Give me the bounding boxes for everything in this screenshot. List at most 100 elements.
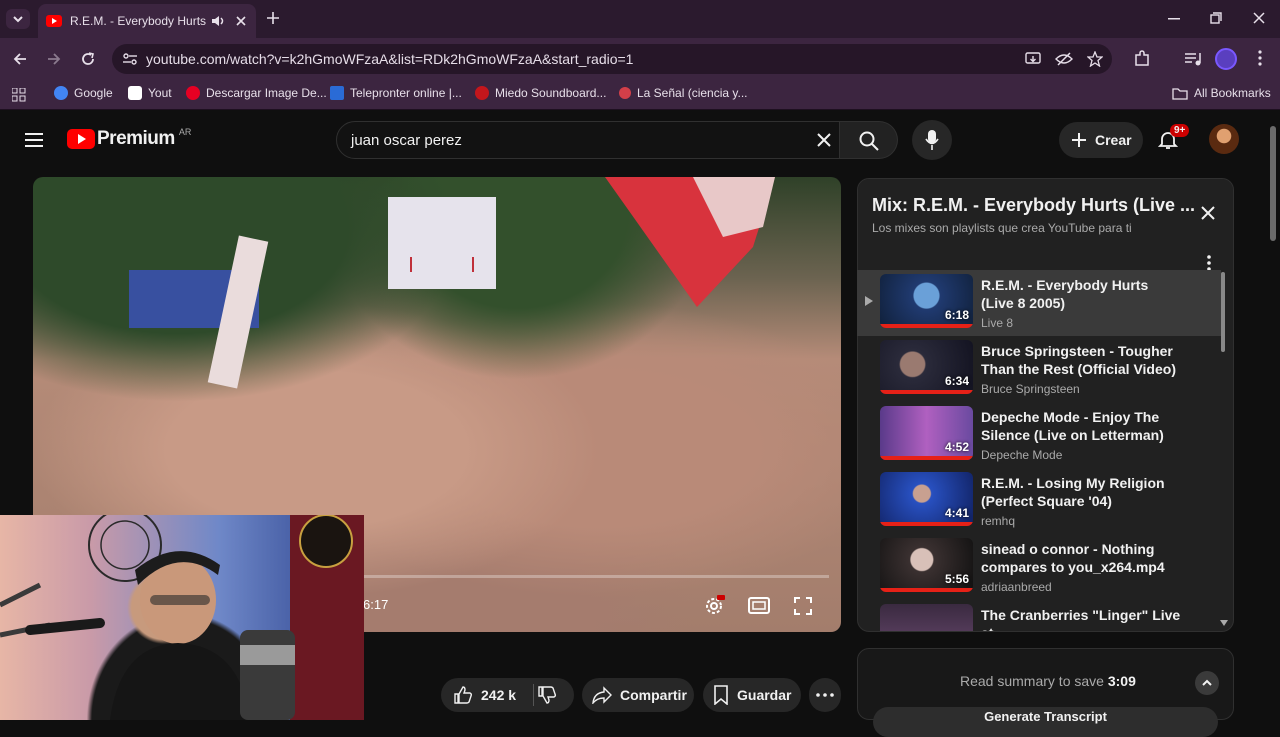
bookmark-icon — [714, 685, 728, 705]
watched-bar — [880, 324, 973, 328]
close-window-icon[interactable] — [1253, 12, 1265, 24]
channel-name: remhq — [981, 514, 1016, 528]
channel-name: adriaanbreed — [981, 580, 1052, 594]
video-title: The Cranberries "Linger" Live at — [981, 607, 1181, 631]
minimize-icon[interactable] — [1168, 18, 1180, 20]
apps-grid-icon[interactable] — [12, 88, 26, 102]
chrome-menu-icon[interactable] — [1258, 50, 1262, 66]
create-button[interactable]: Crear — [1059, 122, 1143, 158]
watched-bar — [880, 390, 973, 394]
bookmark-la-senal[interactable]: La Señal (ciencia y... — [619, 86, 748, 100]
playlist-item[interactable]: The Cranberries "Linger" Live at — [857, 600, 1221, 631]
profile-avatar[interactable] — [1215, 48, 1237, 70]
save-button[interactable]: Guardar — [703, 678, 801, 712]
maximize-icon[interactable] — [1210, 12, 1222, 24]
playlist-item[interactable]: 4:41 R.E.M. - Losing My Religion (Perfec… — [857, 468, 1221, 532]
like-button[interactable]: 242 k — [441, 678, 574, 712]
duration: 5:56 — [944, 572, 969, 586]
new-tab-icon[interactable] — [266, 11, 280, 25]
video-thumbnail — [880, 604, 973, 631]
progress-bar[interactable] — [363, 575, 829, 578]
youtube-logo[interactable]: Premium AR — [67, 127, 192, 150]
install-app-icon[interactable] — [1025, 51, 1041, 67]
page-scrollbar[interactable] — [1270, 126, 1276, 241]
back-icon[interactable] — [12, 51, 28, 67]
bookmarks-bar: Google Yout Descargar Image De... Telepr… — [0, 80, 1280, 110]
more-actions-button[interactable] — [809, 678, 841, 712]
scroll-down-arrow-icon[interactable] — [1220, 620, 1228, 626]
bookmark-telepronter[interactable]: Telepronter online |... — [330, 86, 462, 100]
bookmark-miedo[interactable]: Miedo Soundboard... — [475, 86, 606, 100]
summary-time: 3:09 — [1107, 673, 1136, 689]
region-code: AR — [178, 127, 192, 137]
browser-tab[interactable]: R.E.M. - Everybody Hurts (Live 8 2005) — [38, 4, 256, 38]
theater-mode-icon[interactable] — [748, 597, 770, 615]
playlist-item[interactable]: 4:52 Depeche Mode - Enjoy The Silence (L… — [857, 402, 1221, 466]
video-title: R.E.M. - Everybody Hurts (Live 8 2005) — [981, 277, 1149, 311]
watched-bar — [880, 456, 973, 460]
bookmark-favicon-icon — [330, 86, 344, 100]
playlist-item[interactable]: 6:34 Bruce Springsteen - Tougher Than th… — [857, 336, 1221, 400]
extensions-icon[interactable] — [1133, 50, 1151, 68]
ai-summary-box: Read summary to save 3:09 Generate Trans… — [857, 648, 1234, 737]
bookmark-favicon-icon — [475, 86, 489, 100]
bookmark-descargar[interactable]: Descargar Image De... — [186, 86, 327, 100]
site-settings-icon[interactable] — [122, 52, 138, 66]
search-query: juan oscar perez — [351, 131, 462, 149]
hamburger-menu-icon[interactable] — [24, 132, 44, 148]
pill-divider — [533, 684, 534, 706]
forward-icon[interactable] — [46, 51, 62, 67]
read-summary-text[interactable]: Read summary to save 3:09 — [960, 673, 1136, 689]
close-tab-icon[interactable] — [236, 16, 246, 26]
share-icon — [592, 686, 612, 704]
video-title: Depeche Mode - Enjoy The Silence (Live o… — [981, 409, 1164, 443]
thumbs-down-icon[interactable] — [537, 685, 557, 705]
like-count: 242 k — [481, 687, 517, 703]
premium-logo-text: Premium — [97, 128, 175, 149]
playlist-header: Mix: R.E.M. - Everybody Hurts (Live ... … — [858, 179, 1233, 271]
playlist-item-playing[interactable]: 6:18 R.E.M. - Everybody Hurts (Live 8 20… — [857, 270, 1221, 336]
notifications-button[interactable]: 9+ — [1158, 124, 1190, 150]
google-icon — [54, 86, 68, 100]
playlist-scrollbar[interactable] — [1221, 272, 1225, 352]
plus-icon — [1072, 133, 1086, 147]
clear-search-icon[interactable] — [817, 133, 831, 147]
all-bookmarks[interactable]: All Bookmarks — [1172, 86, 1271, 100]
search-button[interactable] — [840, 121, 898, 159]
youtube-logo-icon — [67, 129, 95, 149]
playlist-item[interactable]: 5:56 sinead o connor - Nothing compares … — [857, 534, 1221, 598]
channel-name: Depeche Mode — [981, 448, 1063, 462]
bookmark-star-icon[interactable] — [1087, 51, 1103, 67]
pinterest-icon — [186, 86, 200, 100]
speaker-icon[interactable] — [210, 14, 226, 28]
settings-icon[interactable] — [703, 595, 725, 617]
video-thumbnail: 5:56 — [880, 538, 973, 592]
video-title: sinead o connor - Nothing compares to yo… — [981, 541, 1165, 575]
voice-search-button[interactable] — [912, 120, 952, 160]
generate-transcript-button[interactable]: Generate Transcript — [873, 707, 1218, 737]
channel-name: Bruce Springsteen — [981, 382, 1080, 396]
close-playlist-icon[interactable] — [1201, 206, 1215, 220]
microphone-icon — [925, 130, 939, 150]
media-controls-icon[interactable] — [1184, 51, 1202, 67]
youtube-favicon-icon — [46, 15, 62, 27]
tab-title: R.E.M. - Everybody Hurts (Live 8 2005) — [70, 14, 206, 28]
duration: 4:41 — [944, 506, 969, 520]
tab-search-button[interactable] — [6, 9, 30, 29]
folder-icon — [1172, 87, 1188, 100]
reload-icon[interactable] — [80, 51, 96, 67]
address-bar[interactable]: youtube.com/watch?v=k2hGmoWFzaA&list=RDk… — [112, 44, 1112, 74]
collapse-summary-button[interactable] — [1195, 671, 1219, 695]
search-input[interactable]: juan oscar perez — [336, 121, 840, 159]
fullscreen-icon[interactable] — [793, 596, 813, 616]
playlist-menu-icon[interactable] — [1207, 255, 1211, 271]
chevron-up-icon — [1202, 679, 1212, 686]
playlist-title[interactable]: Mix: R.E.M. - Everybody Hurts (Live ... — [872, 195, 1195, 216]
user-avatar[interactable] — [1209, 124, 1239, 154]
video-thumbnail: 6:34 — [880, 340, 973, 394]
bookmark-yout[interactable]: Yout — [128, 86, 172, 100]
tracking-protection-icon[interactable] — [1055, 51, 1073, 67]
browser-toolbar: youtube.com/watch?v=k2hGmoWFzaA&list=RDk… — [0, 38, 1280, 80]
share-button[interactable]: Compartir — [582, 678, 694, 712]
bookmark-google[interactable]: Google — [54, 86, 113, 100]
